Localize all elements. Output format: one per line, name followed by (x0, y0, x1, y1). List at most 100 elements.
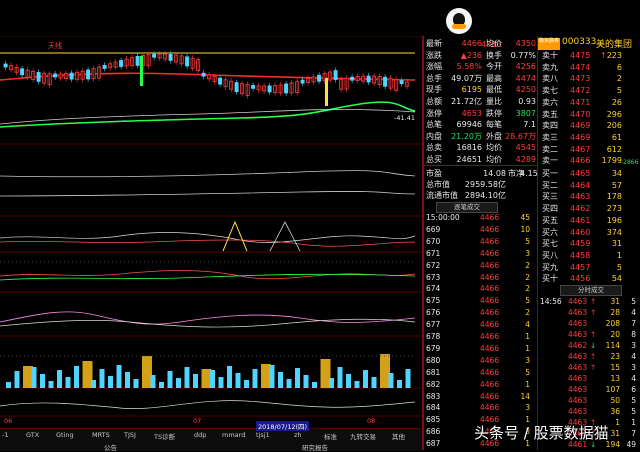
order-label: 买五 (542, 215, 558, 225)
tab-0[interactable]: -1 (2, 431, 8, 439)
minute-trade-title[interactable]: 分时成交 (560, 285, 622, 296)
volume-bar (167, 371, 173, 388)
quote-value: 4.15 (520, 169, 538, 178)
order-qty: 1 (616, 250, 622, 260)
volume-bar (286, 379, 292, 388)
trade-price: 4466 (480, 308, 500, 318)
tab-11[interactable]: 九转交易 (350, 431, 376, 441)
quote-value: 5.58% (456, 62, 482, 72)
trade-price: 4466 (480, 284, 500, 294)
quote-value: 4250 (515, 85, 536, 95)
order-label: 买三 (542, 192, 558, 202)
trade-volume: 3 (525, 248, 530, 258)
trade-price: 4466 (480, 236, 500, 246)
volume-bar (150, 375, 156, 388)
volume-bar (278, 372, 283, 388)
volume-bar (235, 373, 241, 388)
volume-bar (125, 372, 130, 388)
order-label: 卖六 (542, 97, 558, 107)
order-label: 买九 (542, 262, 558, 272)
trade-price: 4466 (480, 248, 500, 258)
order-label: 卖五 (542, 109, 558, 119)
trade-volume: 5 (525, 236, 530, 246)
trade-time: 687 (426, 439, 441, 449)
axis-month-2: 07 (193, 417, 202, 425)
tab-1[interactable]: GTX (26, 431, 39, 439)
order-qty: 196 (606, 215, 622, 225)
quote-label: 总卖 (426, 143, 442, 153)
trade-price: 4466 (480, 296, 500, 306)
volume-bar (303, 375, 309, 388)
quote-label: 总手 (426, 73, 442, 83)
tab-2[interactable]: Gting (56, 431, 74, 439)
volume-bar (337, 367, 343, 388)
trade-time: 15:00:00 (426, 213, 460, 222)
order-price: 4460 (570, 227, 591, 237)
trade-volume: 1 (525, 343, 530, 353)
quote-label: 最新 (426, 39, 442, 48)
trade-volume: 3 (525, 403, 530, 413)
order-price: 4459 (570, 239, 591, 249)
trade-price: 4466 (480, 403, 500, 413)
trade-volume: 10 (520, 224, 530, 234)
volume-bar (252, 369, 258, 388)
tab-3[interactable]: MRTS (92, 431, 110, 439)
tab-8[interactable]: tjsj1 (256, 431, 270, 439)
trend-arrow-icon: ↑ (590, 363, 597, 372)
order-label: 卖二 (542, 144, 558, 154)
volume-bar (14, 371, 20, 388)
volume-bar (31, 367, 37, 388)
order-price: 4471 (570, 97, 591, 107)
panel-divider (422, 36, 424, 450)
order-price: 4456 (570, 274, 591, 284)
trade-volume: 2 (525, 260, 530, 270)
order-label: 卖一 (542, 156, 558, 166)
trade-price: 4466 (480, 272, 500, 282)
trade-volume: 4 (525, 320, 530, 330)
order-qty: 178 (606, 192, 622, 202)
panel-divider-2 (537, 36, 538, 450)
candlesticks (3, 51, 410, 106)
highlight-candle (325, 78, 328, 106)
tab-12[interactable]: 其他 (392, 431, 405, 441)
tab-research-report[interactable]: 研究报告 (302, 442, 328, 452)
tab-4[interactable]: TJSJ (124, 431, 136, 439)
volume-bar (176, 378, 181, 388)
indicator-tab-bar[interactable]: -1 GTX Gting MRTS TJSJ TS诊断 ddp mmard tjsj1 zh 标准 九… (0, 421, 422, 452)
order-qty: 6 (616, 62, 622, 72)
order-price: 4464 (570, 180, 591, 190)
tab-announcement[interactable]: 公告 (104, 442, 117, 452)
order-label: 买八 (542, 250, 558, 260)
axis-month-3: 08 (367, 417, 376, 425)
trade-price: 4466 (480, 367, 500, 377)
volume-bar (210, 370, 215, 388)
qq-penguin-icon[interactable] (446, 8, 472, 34)
trade-price: 4466 (480, 213, 500, 222)
quote-value: 69946 (456, 120, 482, 130)
quote-value: 0.93 (518, 97, 536, 106)
order-qty: 31 (611, 239, 622, 249)
quote-value: 21.20万 (451, 131, 482, 141)
quote-value: 28.67万 (505, 131, 536, 141)
order-price: 4473 (570, 74, 591, 84)
tab-6[interactable]: ddp (194, 431, 206, 439)
kline-chart-area[interactable]: 天线 -41.41 06 07 08 (0, 36, 422, 428)
stock-name: 美的集团 (596, 40, 633, 50)
volume-bar (312, 382, 317, 388)
tab-7[interactable]: mmard (222, 431, 245, 439)
volume-bar (193, 374, 198, 388)
tab-9[interactable]: zh (294, 431, 302, 439)
tab-10[interactable]: 标准 (324, 431, 337, 441)
order-price: 4475 (570, 51, 591, 60)
trade-price: 4466 (480, 260, 500, 270)
quote-value: 3807 (515, 108, 536, 118)
quote-label: 涨幅 (426, 62, 442, 72)
volume-bar (184, 367, 190, 388)
volume-bar (74, 366, 79, 388)
minute-count: 49 (626, 440, 636, 449)
order-label: 买二 (542, 180, 558, 190)
volume-bar (346, 374, 351, 388)
trade-time: 686 (426, 427, 441, 437)
tab-5[interactable]: TS诊断 (154, 431, 175, 441)
order-price: 4467 (570, 144, 591, 154)
